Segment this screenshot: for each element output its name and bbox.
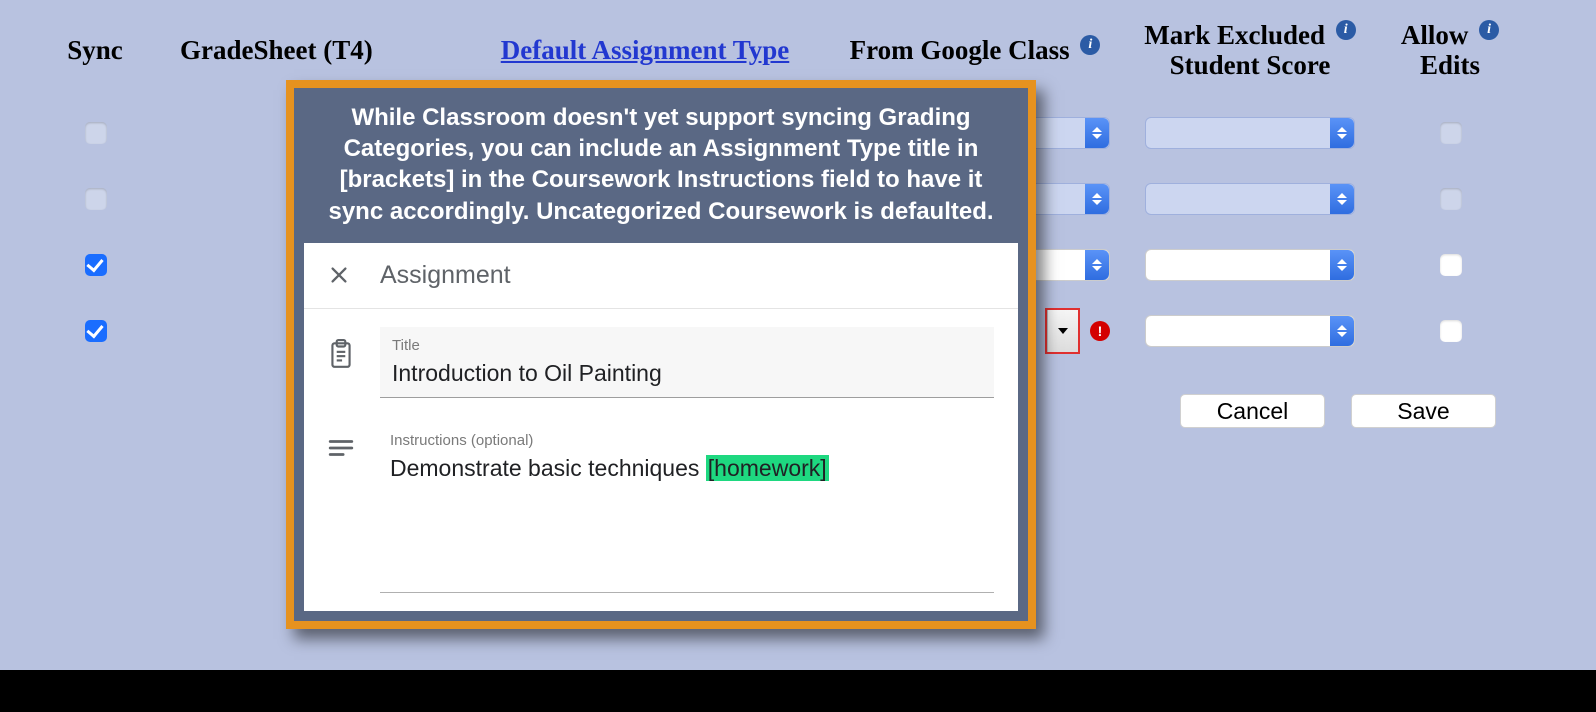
header-row: Sync GradeSheet (T4) Default Assignment … bbox=[0, 20, 1596, 80]
sync-checkbox[interactable] bbox=[85, 122, 107, 144]
allow-edits-checkbox[interactable] bbox=[1440, 254, 1462, 276]
mark-excluded-select[interactable] bbox=[1145, 315, 1355, 347]
text-icon bbox=[328, 426, 354, 458]
col-header-allow: Allow i Edits bbox=[1380, 20, 1520, 80]
header-google-label: From Google Class bbox=[850, 35, 1070, 65]
info-icon[interactable]: i bbox=[1479, 20, 1499, 40]
sync-checkbox[interactable] bbox=[85, 188, 107, 210]
cancel-button[interactable]: Cancel bbox=[1180, 394, 1325, 428]
allow-l1: Allow bbox=[1401, 20, 1469, 50]
col-header-mark: Mark Excluded i Student Score bbox=[1120, 20, 1380, 80]
alert-icon: ! bbox=[1090, 321, 1110, 341]
instr-highlight: [homework] bbox=[706, 455, 829, 481]
info-icon[interactable]: i bbox=[1080, 35, 1100, 55]
allow-edits-checkbox[interactable] bbox=[1440, 188, 1462, 210]
instructions-label: Instructions (optional) bbox=[380, 432, 994, 449]
title-value: Introduction to Oil Painting bbox=[392, 360, 982, 387]
mark-l2: Student Score bbox=[1170, 50, 1331, 80]
col-header-sync: Sync bbox=[30, 35, 160, 66]
instructions-field-row: Instructions (optional) Demonstrate basi… bbox=[304, 408, 1018, 611]
allow-edits-checkbox[interactable] bbox=[1440, 320, 1462, 342]
mark-excluded-select[interactable] bbox=[1145, 117, 1355, 149]
allow-edits-checkbox[interactable] bbox=[1440, 122, 1462, 144]
card-header: Assignment bbox=[304, 243, 1018, 309]
assignment-card: Assignment Title Introduction to Oil Pai… bbox=[304, 243, 1018, 611]
instructions-value: Demonstrate basic techniques [homework] bbox=[380, 455, 994, 482]
col-header-google: From Google Class i bbox=[830, 35, 1120, 66]
instructions-field[interactable]: Instructions (optional) Demonstrate basi… bbox=[380, 426, 994, 593]
sync-checkbox[interactable] bbox=[85, 254, 107, 276]
title-label: Title bbox=[392, 337, 982, 354]
sync-checkbox[interactable] bbox=[85, 320, 107, 342]
default-assignment-type-link[interactable]: Default Assignment Type bbox=[501, 35, 790, 65]
mark-l1: Mark Excluded bbox=[1144, 20, 1325, 50]
col-header-gradesheet: GradeSheet (T4) bbox=[160, 35, 460, 66]
info-icon[interactable]: i bbox=[1336, 20, 1356, 40]
allow-l2: Edits bbox=[1420, 50, 1480, 80]
assignment-type-popover: While Classroom doesn't yet support sync… bbox=[286, 80, 1036, 629]
popover-text: While Classroom doesn't yet support sync… bbox=[294, 88, 1028, 243]
card-title: Assignment bbox=[380, 261, 511, 290]
instr-prefix: Demonstrate basic techniques bbox=[390, 455, 706, 481]
close-icon[interactable] bbox=[328, 264, 350, 286]
title-field[interactable]: Title Introduction to Oil Painting bbox=[380, 327, 994, 398]
col-header-assign-type: Default Assignment Type bbox=[460, 35, 830, 66]
google-class-select-error[interactable] bbox=[1045, 308, 1080, 354]
mark-excluded-select[interactable] bbox=[1145, 183, 1355, 215]
app-root: Sync GradeSheet (T4) Default Assignment … bbox=[0, 0, 1596, 670]
clipboard-icon bbox=[328, 327, 354, 369]
title-field-row: Title Introduction to Oil Painting bbox=[304, 309, 1018, 408]
mark-excluded-select[interactable] bbox=[1145, 249, 1355, 281]
save-button[interactable]: Save bbox=[1351, 394, 1496, 428]
